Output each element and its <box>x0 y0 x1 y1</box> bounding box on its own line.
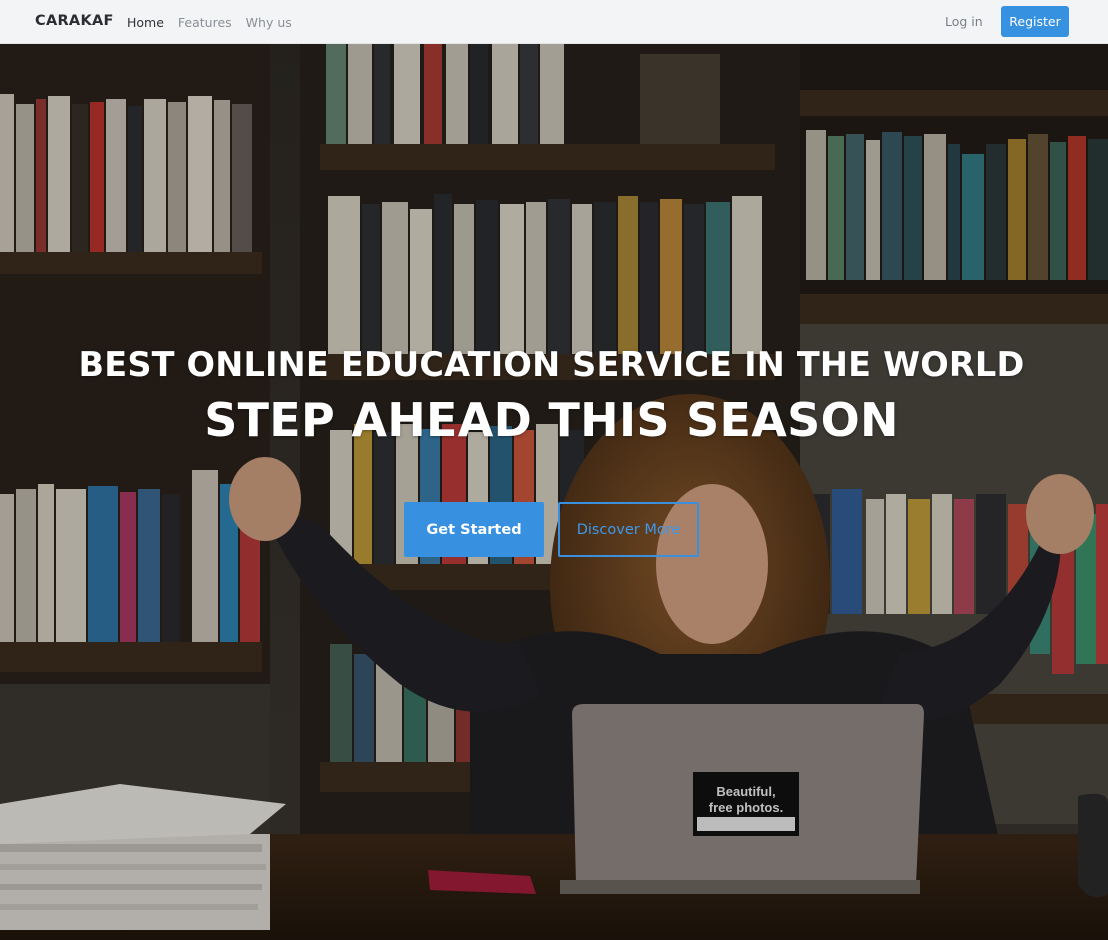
nav-links: Home Features Why us <box>127 15 292 30</box>
nav-link-home[interactable]: Home <box>127 15 164 30</box>
hero-subheadline: STEP AHEAD THIS SEASON <box>204 393 899 447</box>
hero-dark-overlay <box>0 44 1108 940</box>
get-started-button[interactable]: Get Started <box>404 502 544 557</box>
top-navbar: CARAKAF Home Features Why us Log in Regi… <box>0 0 1108 44</box>
nav-link-features[interactable]: Features <box>178 15 232 30</box>
register-button[interactable]: Register <box>1001 6 1069 37</box>
brand-logo[interactable]: CARAKAF <box>35 13 114 29</box>
login-link[interactable]: Log in <box>945 14 983 29</box>
nav-link-why-us[interactable]: Why us <box>246 15 292 30</box>
discover-more-button[interactable]: Discover More <box>558 502 699 557</box>
hero-section: Beautiful, free photos. BEST ONLINE EDUC… <box>0 44 1108 940</box>
hero-headline: BEST ONLINE EDUCATION SERVICE IN THE WOR… <box>78 345 1025 384</box>
